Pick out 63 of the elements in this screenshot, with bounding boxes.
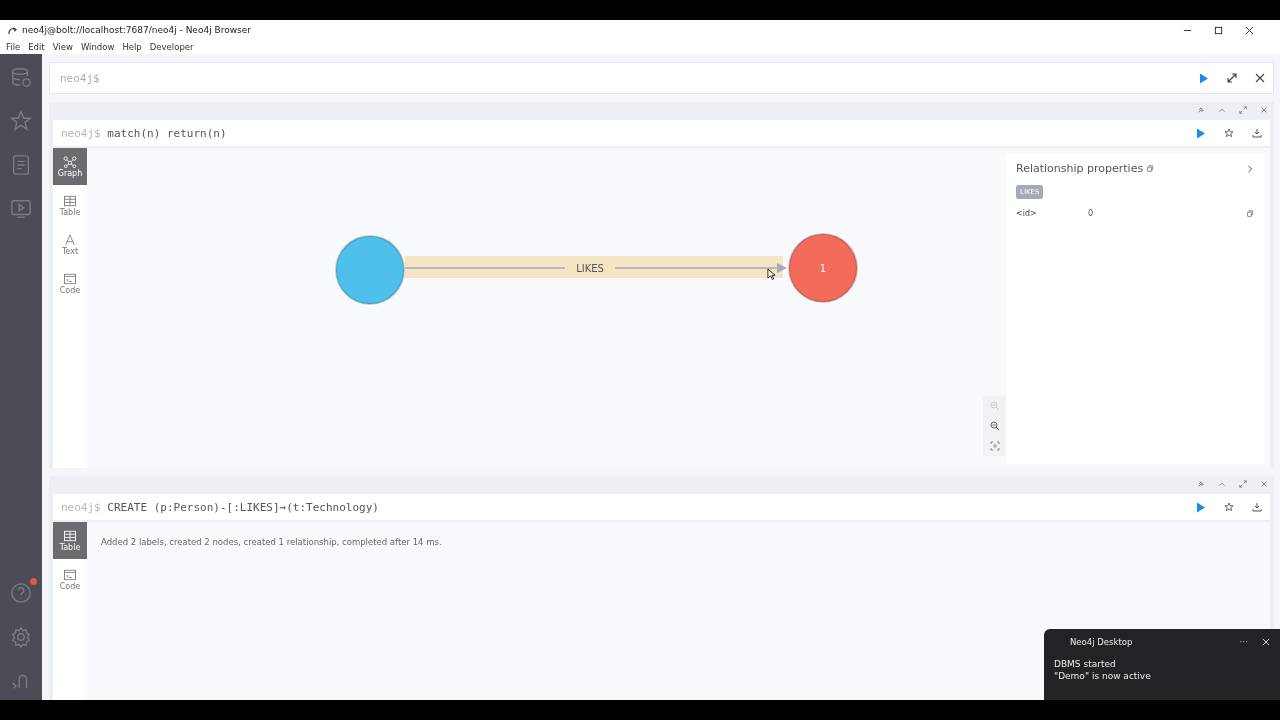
relationship-arrow[interactable] [404,256,787,278]
view-tab[interactable]: Table [53,187,87,224]
terminal-icon [63,272,77,285]
node[interactable] [788,233,858,303]
letter-icon [63,233,77,246]
relationship-label: LIKES [576,263,604,274]
zoom-out-icon[interactable] [989,421,1000,431]
play-icon[interactable] [1199,72,1209,84]
help-icon[interactable] [10,582,32,604]
download-icon[interactable] [1252,128,1262,138]
menu-item[interactable]: Help [122,42,142,52]
menu-item[interactable]: File [6,42,21,52]
more-button[interactable]: ··· [1239,637,1248,647]
menu-item[interactable]: Window [80,42,115,52]
view-tab[interactable]: Table [53,522,87,559]
collapse-icon[interactable] [1218,106,1226,114]
star-icon[interactable] [1224,502,1234,512]
property-key: <id> [1016,209,1088,218]
menu-item[interactable]: Developer [149,42,194,52]
prompt: neo4j$ [60,71,100,85]
copy-icon[interactable] [1247,210,1254,217]
graph-icon [63,155,77,168]
view-tab[interactable]: Code [53,265,87,302]
maximize-icon[interactable] [1214,25,1223,35]
settings-icon[interactable] [10,626,32,648]
close-icon[interactable] [1255,73,1265,83]
node[interactable] [335,235,405,305]
collapse-icon[interactable] [1218,480,1226,488]
table-icon [63,194,77,207]
document-icon[interactable] [10,154,32,176]
toast-app-name: Neo4j Desktop [1070,637,1133,647]
copy-icon[interactable] [1147,165,1155,172]
play-icon[interactable] [1196,127,1206,139]
pin-icon[interactable] [1197,480,1205,488]
monitor-play-icon[interactable] [10,198,32,220]
play-icon[interactable] [1196,501,1206,513]
toast-title: DBMS started [1054,659,1117,669]
view-tab[interactable]: Code [53,561,87,598]
chevron-right-icon[interactable] [1246,164,1254,173]
table-icon [63,529,77,542]
window-title: neo4j@bolt://localhost:7687/neo4j - Neo4j Browser [22,25,251,35]
cursor-icon [767,268,776,281]
download-icon[interactable] [1252,502,1262,512]
query-text[interactable]: neo4j$ CREATE (p:Person)-[:LIKES]→(t:Technology) [61,500,379,514]
menu-item[interactable]: Edit [28,42,45,52]
fit-icon[interactable] [989,441,1000,451]
star-icon[interactable] [10,110,32,132]
close-icon[interactable] [1245,25,1254,35]
star-icon[interactable] [1224,128,1234,138]
query-text[interactable]: neo4j$ match(n) return(n) [61,126,227,140]
expand-icon[interactable] [1227,73,1237,83]
menu-item[interactable]: View [52,42,73,52]
property-value: 0 [1088,209,1094,218]
view-tab[interactable]: Text [53,226,87,263]
result-message: Added 2 labels, created 2 nodes, created 1 relationship, completed after 14 ms. [101,537,442,547]
view-tab[interactable]: Graph [53,148,87,185]
panel-title: Relationship properties [1016,162,1144,175]
app-icon [8,25,17,35]
database-icon[interactable] [10,66,32,88]
pin-icon[interactable] [1197,106,1205,114]
toast-message: "Demo" is now active [1054,671,1152,681]
node-label: 1 [819,263,827,274]
terminal-icon [63,568,77,581]
